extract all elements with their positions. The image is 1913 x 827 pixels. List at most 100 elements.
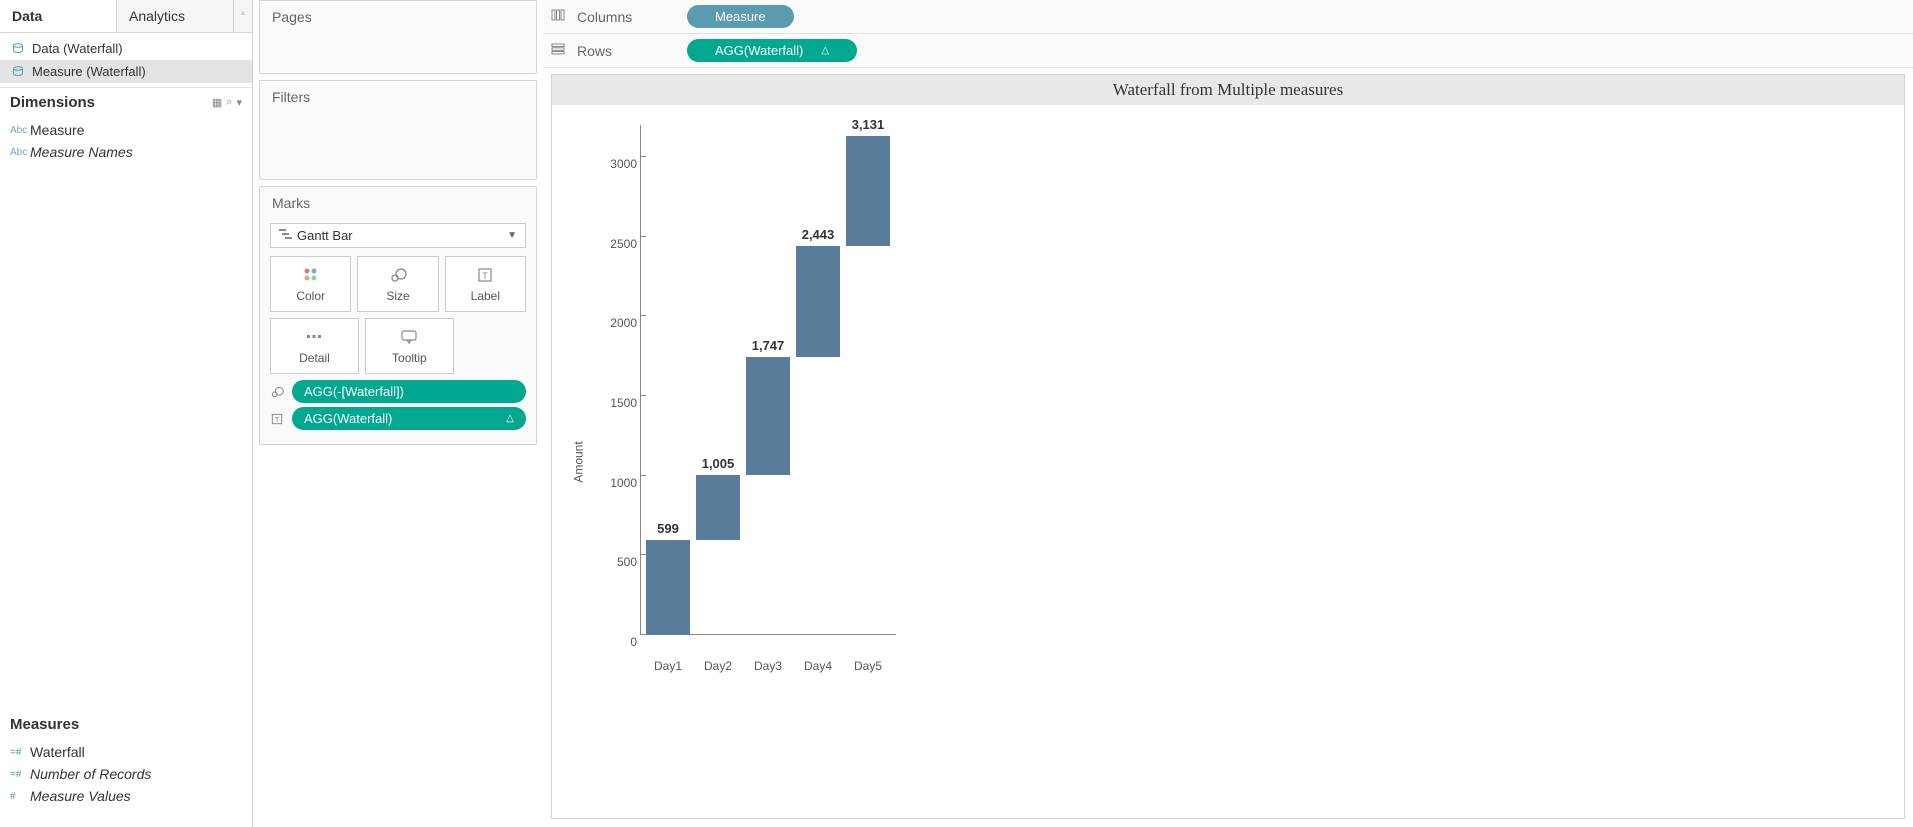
tab-data[interactable]: Data [0,0,117,32]
label-icon: T [450,265,521,285]
bar-value-label: 3,131 [838,117,898,132]
bar[interactable] [696,475,740,540]
search-icon[interactable]: ⌕ [226,96,232,109]
mark-type-label: Gantt Bar [297,228,507,243]
number-type-icon: # [10,791,30,802]
color-label: Color [275,289,346,303]
mark-pill[interactable]: AGG(Waterfall) △ [292,407,526,430]
mark-pill-row[interactable]: AGG(-[Waterfall]) [270,380,526,403]
datasource-item[interactable]: Data (Waterfall) [0,37,252,60]
filters-card[interactable]: Filters [259,80,537,180]
mark-pill[interactable]: AGG(-[Waterfall]) [292,380,526,403]
chart-title[interactable]: Waterfall from Multiple measures [552,75,1904,105]
marks-card: Marks Gantt Bar ▼ Color [259,186,537,445]
datasource-list: Data (Waterfall) Measure (Waterfall) [0,33,252,88]
y-axis: 050010001500200025003000 [592,125,637,635]
bar[interactable] [646,540,690,635]
dimensions-header: Dimensions ▦ ⌕ ▾ [0,88,252,117]
pill-label: AGG(Waterfall) [715,43,803,58]
measure-field[interactable]: Waterfall [0,741,252,763]
detail-button[interactable]: Detail [270,318,359,374]
mark-buttons: Color Size T Label [270,256,526,312]
size-label: Size [362,289,433,303]
x-tick-label: Day5 [838,659,898,673]
datasource-icon [10,65,26,79]
size-icon [270,385,286,399]
delta-icon: △ [821,45,829,56]
color-button[interactable]: Color [270,256,351,312]
field-label: Waterfall [30,744,85,760]
dimension-field[interactable]: Abc Measure Names [0,141,252,163]
detail-label: Detail [275,351,354,365]
measures-list: Waterfall Number of Records # Measure Va… [0,739,252,827]
label-button[interactable]: T Label [445,256,526,312]
tooltip-button[interactable]: Tooltip [365,318,454,374]
tooltip-icon [370,327,449,347]
text-type-icon: Abc [10,147,30,158]
label-icon: T [270,412,286,426]
bar[interactable] [846,136,890,246]
y-tick-label: 1000 [592,476,637,490]
bar-value-label: 1,005 [688,456,748,471]
y-tick-label: 0 [592,635,637,649]
chart-area[interactable]: Amount 0 500 1000 1500 2000 2500 3000 599 1,005… [552,105,1904,818]
y-tick-label: 1500 [592,396,637,410]
detail-icon [275,327,354,347]
gantt-icon [279,228,297,243]
label-label: Label [450,289,521,303]
bar-value-label: 599 [638,521,698,536]
y-tick-label: 2500 [592,237,637,251]
bar-value-label: 1,747 [738,338,798,353]
bar-value-label: 2,443 [788,227,848,242]
datasource-item[interactable]: Measure (Waterfall) [0,60,252,83]
measure-field[interactable]: Number of Records [0,763,252,785]
columns-icon [551,9,567,24]
rows-shelf[interactable]: Rows AGG(Waterfall) △ [543,34,1913,68]
pages-title: Pages [260,1,536,33]
rows-pill[interactable]: AGG(Waterfall) △ [687,39,857,62]
size-button[interactable]: Size [357,256,438,312]
panel-tabs: Data Analytics ▫ [0,0,252,33]
mark-pill-row[interactable]: T AGG(Waterfall) △ [270,407,526,430]
marks-title: Marks [260,187,536,219]
y-axis-label: Amount [572,441,586,482]
bar[interactable] [746,357,790,475]
visualization: Waterfall from Multiple measures Amount … [551,74,1905,819]
mark-type-select[interactable]: Gantt Bar ▼ [270,223,526,248]
y-tick-label: 2000 [592,316,637,330]
datasource-label: Measure (Waterfall) [32,64,146,79]
columns-label: Columns [577,9,677,25]
tab-analytics[interactable]: Analytics [117,0,234,32]
rows-label: Rows [577,43,677,59]
columns-pill[interactable]: Measure [687,5,794,28]
shelves-panel: Pages Filters Marks Gantt Bar ▼ Color [253,0,543,827]
bar[interactable] [796,246,840,357]
y-tick-label: 500 [592,555,637,569]
measures-header: Measures [0,710,252,739]
size-icon [362,265,433,285]
mark-buttons-row2: Detail Tooltip [270,318,454,374]
columns-shelf[interactable]: Columns Measure [543,0,1913,34]
dimensions-list: Abc Measure Abc Measure Names [0,117,252,165]
rows-icon [551,43,567,58]
measure-field[interactable]: # Measure Values [0,785,252,807]
view-grid-icon[interactable]: ▦ [212,96,222,109]
datasource-icon [10,42,26,56]
field-label: Number of Records [30,766,151,782]
y-tick-label: 3000 [592,157,637,171]
color-icon [275,265,346,285]
field-label: Measure Names [30,144,133,160]
field-label: Measure [30,122,84,138]
y-axis-line [640,125,641,635]
tab-dropdown-icon[interactable]: ▫ [234,0,252,32]
pill-label: AGG(-[Waterfall]) [304,384,514,399]
svg-text:T: T [275,417,280,424]
dimension-field[interactable]: Abc Measure [0,119,252,141]
delta-icon: △ [506,413,514,424]
pages-card[interactable]: Pages [259,0,537,74]
text-type-icon: Abc [10,125,30,136]
filters-title: Filters [260,81,536,113]
worksheet-panel: Columns Measure Rows AGG(Waterfall) △ Wa… [543,0,1913,827]
pill-label: Measure [715,9,766,24]
menu-dropdown-icon[interactable]: ▾ [236,96,242,109]
